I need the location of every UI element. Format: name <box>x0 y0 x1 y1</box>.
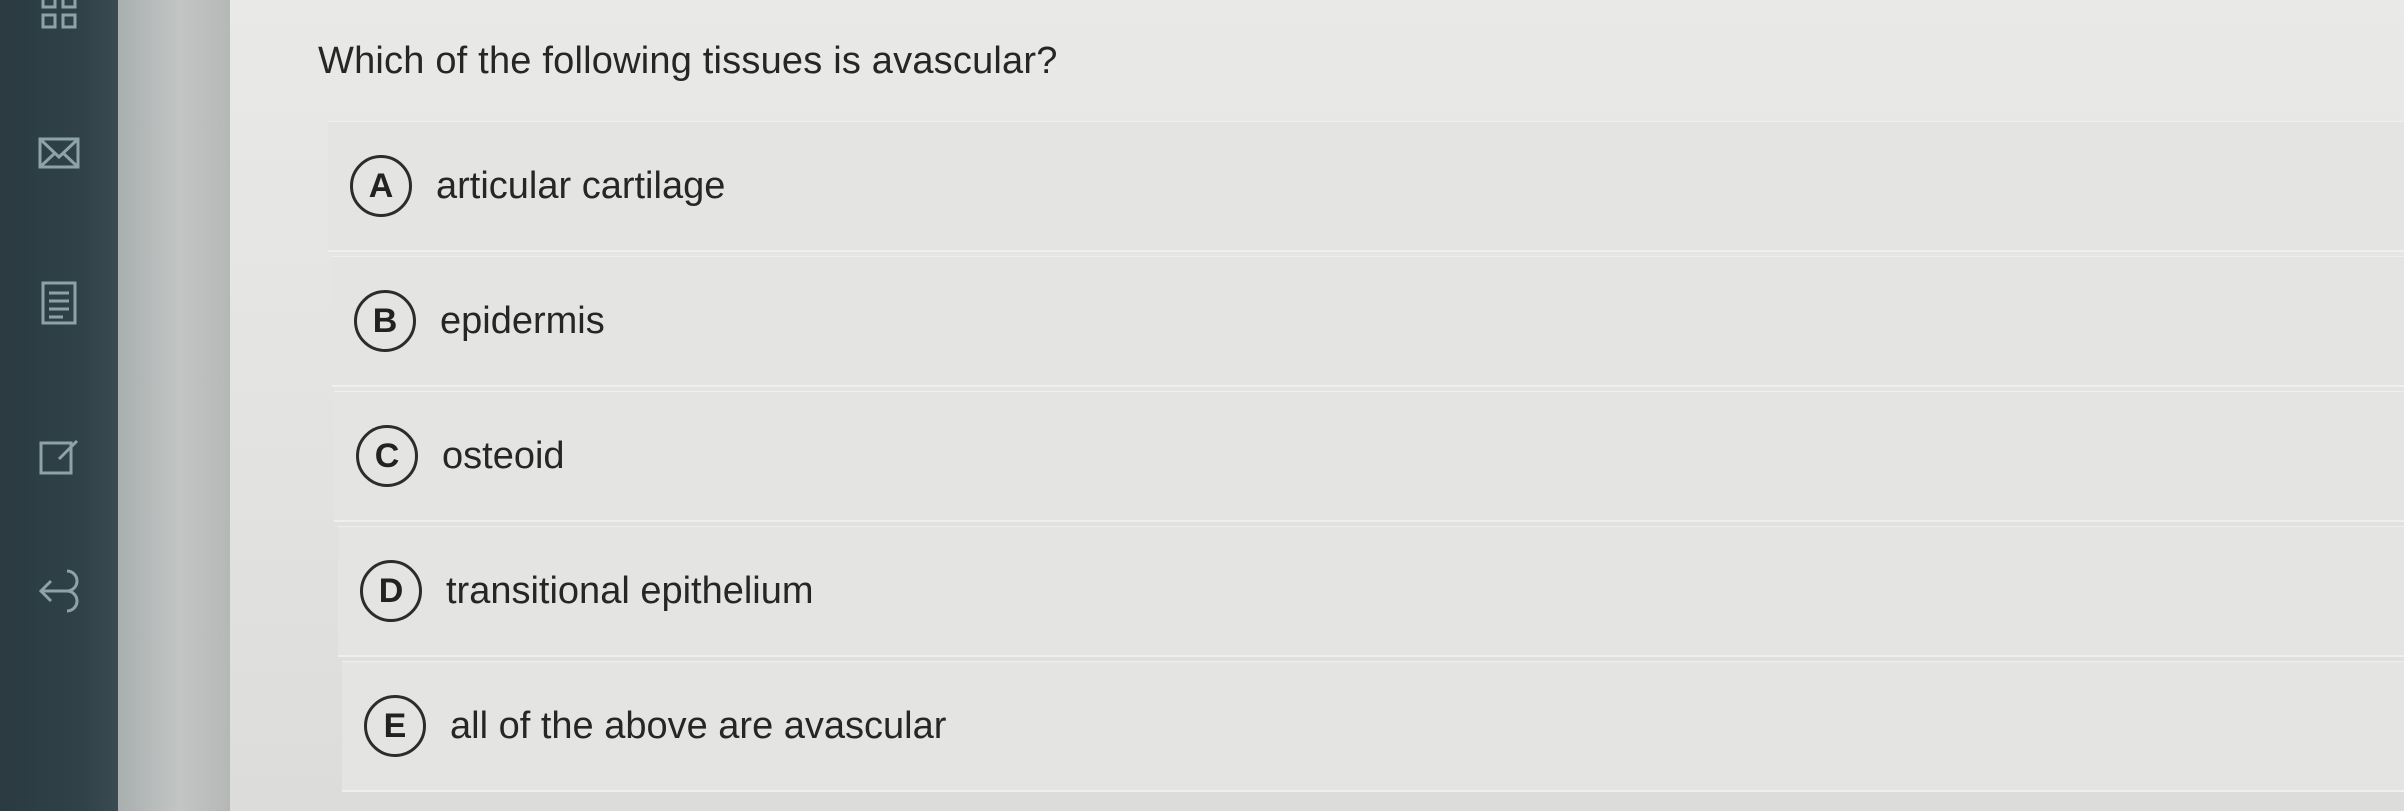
question-page: Which of the following tissues is avascu… <box>230 0 2404 811</box>
option-letter-c: C <box>356 425 418 487</box>
option-text-b: epidermis <box>440 299 605 342</box>
question-text: Which of the following tissues is avascu… <box>318 40 1058 82</box>
option-c[interactable]: C osteoid <box>334 392 2404 520</box>
option-letter-e: E <box>364 695 426 757</box>
option-letter-b: B <box>354 290 416 352</box>
option-text-c: osteoid <box>442 434 565 477</box>
option-letter-d: D <box>360 560 422 622</box>
option-d[interactable]: D transitional epithelium <box>338 527 2404 655</box>
window-bezel <box>118 0 230 811</box>
document-icon[interactable] <box>34 278 84 328</box>
left-toolbar <box>0 0 118 811</box>
option-b[interactable]: B epidermis <box>332 257 2404 385</box>
option-text-a: articular cartilage <box>436 164 726 207</box>
option-e[interactable]: E all of the above are avascular <box>342 662 2404 790</box>
answer-options: A articular cartilage B epidermis C oste… <box>328 122 2404 797</box>
option-letter-a: A <box>350 155 412 217</box>
option-text-d: transitional epithelium <box>446 569 814 612</box>
edit-icon[interactable] <box>34 432 84 482</box>
screen: Which of the following tissues is avascu… <box>0 0 2404 811</box>
back-arrow-icon[interactable] <box>34 566 84 616</box>
grid-icon[interactable] <box>34 0 84 36</box>
envelope-icon[interactable] <box>34 128 84 178</box>
option-a[interactable]: A articular cartilage <box>328 122 2404 250</box>
option-text-e: all of the above are avascular <box>450 704 947 747</box>
